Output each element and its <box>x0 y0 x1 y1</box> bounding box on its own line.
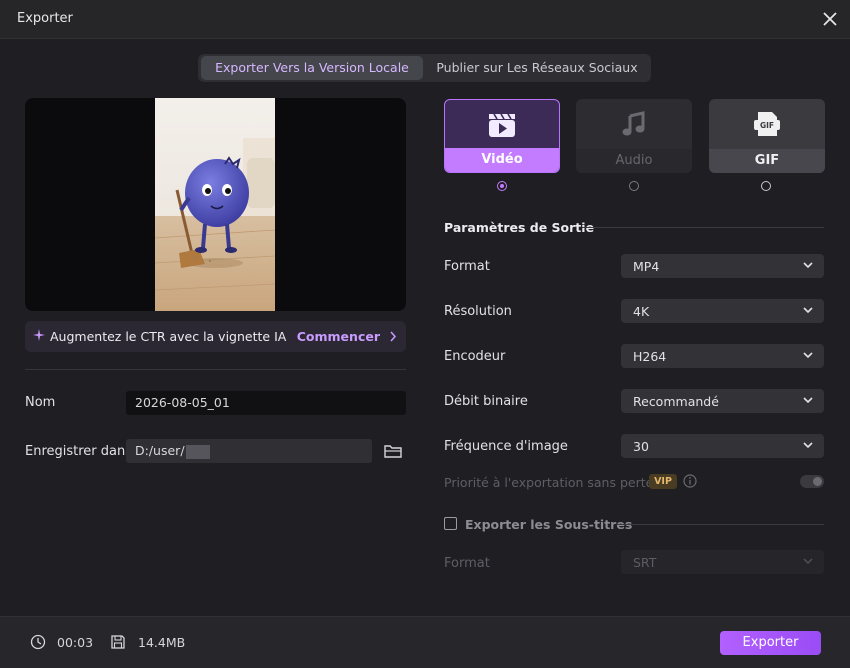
chevron-down-icon <box>803 397 813 404</box>
preview-thumbnail <box>155 98 275 311</box>
close-icon[interactable] <box>820 9 840 29</box>
video-preview <box>25 98 406 311</box>
chevron-right-icon[interactable] <box>389 331 397 342</box>
resolution-value: 4K <box>633 304 650 319</box>
name-value: 2026-08-05_01 <box>135 395 230 410</box>
music-note-icon <box>622 111 645 136</box>
title-bar: Exporter <box>0 0 850 39</box>
export-subtitles-label: Exporter les Sous-titres <box>465 517 633 532</box>
name-input[interactable]: 2026-08-05_01 <box>126 391 406 415</box>
type-video-label: Vidéo <box>445 148 559 172</box>
lossless-toggle[interactable] <box>800 475 824 488</box>
start-link[interactable]: Commencer <box>297 329 380 344</box>
encoder-select[interactable]: H264 <box>621 344 824 368</box>
chevron-down-icon <box>803 352 813 359</box>
banner-text: Augmentez le CTR avec la vignette IA <box>50 329 287 344</box>
framerate-label: Fréquence d'image <box>444 439 568 454</box>
redacted-path <box>185 444 210 459</box>
ai-thumbnail-banner: Augmentez le CTR avec la vignette IA Com… <box>25 321 406 352</box>
export-subtitles-checkbox[interactable] <box>444 517 457 530</box>
format-select[interactable]: MP4 <box>621 254 824 278</box>
gif-file-icon: GIF <box>754 112 780 136</box>
chevron-down-icon <box>803 262 813 269</box>
radio-video[interactable] <box>497 181 507 191</box>
clock-icon <box>30 634 46 650</box>
resolution-select[interactable]: 4K <box>621 299 824 323</box>
chevron-down-icon <box>803 442 813 449</box>
tab-export-local[interactable]: Exporter Vers la Version Locale <box>201 56 423 80</box>
bitrate-value: Recommandé <box>633 394 719 409</box>
save-path-value: D:/user/ <box>135 443 185 458</box>
dialog-title: Exporter <box>17 11 73 26</box>
folder-icon[interactable] <box>383 442 403 460</box>
type-card-audio[interactable]: Audio <box>576 99 692 173</box>
resolution-label: Résolution <box>444 304 512 319</box>
save-location-label: Enregistrer dans <box>25 444 133 459</box>
encoder-label: Encodeur <box>444 349 506 364</box>
name-label: Nom <box>25 395 56 410</box>
framerate-value: 30 <box>633 439 649 454</box>
bitrate-select[interactable]: Recommandé <box>621 389 824 413</box>
bitrate-label: Débit binaire <box>444 394 528 409</box>
chevron-down-icon <box>803 558 813 565</box>
tab-publish-social[interactable]: Publier sur Les Réseaux Sociaux <box>427 56 647 80</box>
sparkle-icon <box>33 329 45 341</box>
info-icon[interactable] <box>683 474 697 488</box>
svg-text:GIF: GIF <box>760 121 774 130</box>
export-dialog: Exporter Exporter Vers la Version Locale… <box>0 0 850 668</box>
save-path-input[interactable]: D:/user/ <box>126 439 372 463</box>
subtitle-format-label: Format <box>444 556 490 571</box>
radio-audio[interactable] <box>629 181 639 191</box>
vip-badge: VIP <box>649 474 677 489</box>
type-card-video[interactable]: Vidéo <box>444 99 560 173</box>
subtitle-format-select[interactable]: SRT <box>621 550 824 574</box>
format-label: Format <box>444 259 490 274</box>
duration: 00:03 <box>57 635 94 650</box>
subtitle-format-value: SRT <box>633 555 657 570</box>
save-disk-icon <box>111 635 125 649</box>
type-audio-label: Audio <box>576 149 692 173</box>
radio-gif[interactable] <box>761 181 771 191</box>
format-value: MP4 <box>633 259 660 274</box>
encoder-value: H264 <box>633 349 667 364</box>
lossless-label: Priorité à l'exportation sans perte <box>444 475 654 490</box>
framerate-select[interactable]: 30 <box>621 434 824 458</box>
divider <box>25 369 406 370</box>
type-card-gif[interactable]: GIF GIF <box>709 99 825 173</box>
file-size: 14.4MB <box>138 635 186 650</box>
export-tabs: Exporter Vers la Version Locale Publier … <box>198 54 651 82</box>
type-gif-label: GIF <box>709 149 825 173</box>
section-divider <box>617 524 824 525</box>
video-clapper-icon <box>489 113 515 137</box>
output-settings-title: Paramètres de Sortie <box>444 220 595 235</box>
section-divider <box>582 227 824 228</box>
chevron-down-icon <box>803 307 813 314</box>
export-button[interactable]: Exporter <box>720 631 821 655</box>
footer-bar: 00:03 14.4MB Exporter <box>0 616 850 668</box>
